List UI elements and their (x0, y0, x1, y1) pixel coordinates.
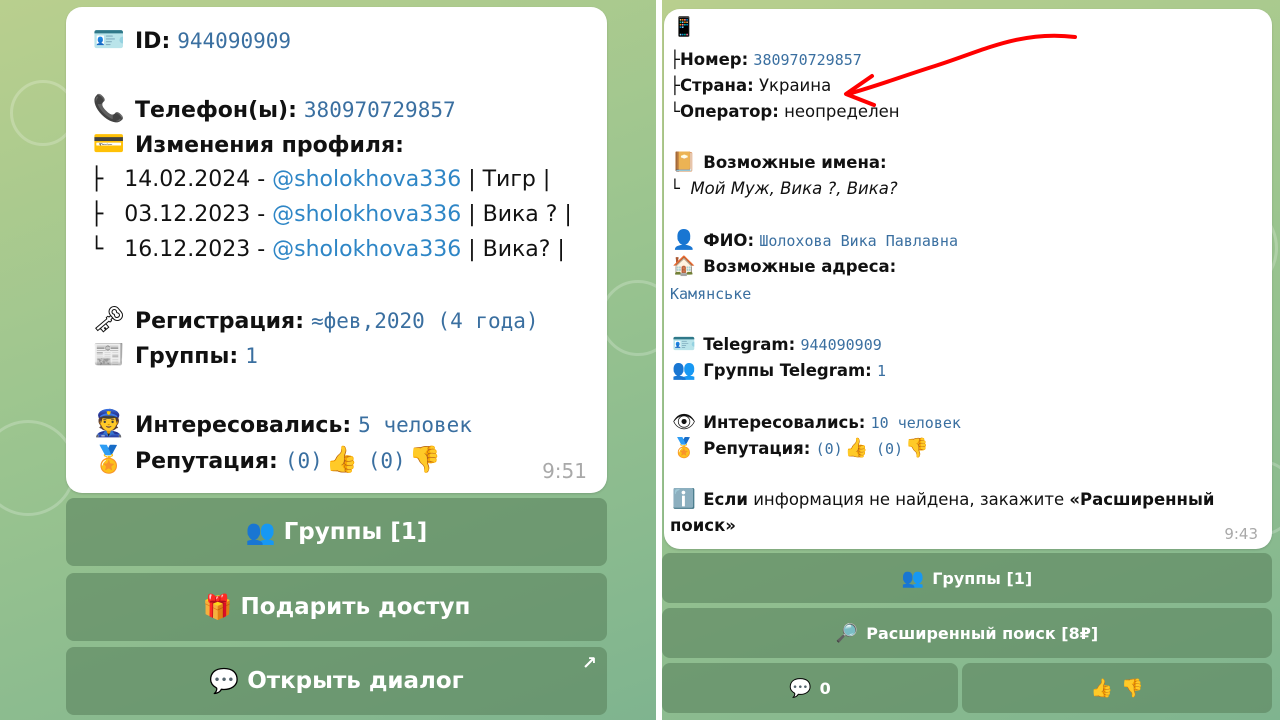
comments-button[interactable]: 💬 0 (662, 663, 958, 713)
people-icon: 👥 (901, 567, 925, 589)
extended-search-label: Расширенный поиск [8₽] (866, 623, 1099, 643)
thumbs-up-icon: 👍 (1090, 677, 1113, 699)
groups-button[interactable]: 👥 Группы [1] (662, 553, 1272, 603)
extended-search-button[interactable]: 🔎 Расширенный поиск [8₽] (662, 608, 1272, 658)
vote-button[interactable]: 👍 👎 (962, 663, 1272, 713)
speech-bubble-icon: 💬 (789, 677, 812, 699)
thumbs-down-icon: 👎 (1121, 677, 1144, 699)
groups-button-label: Группы [1] (932, 568, 1033, 588)
comments-count: 0 (819, 678, 831, 698)
magnifying-glass-icon: 🔎 (835, 622, 859, 644)
